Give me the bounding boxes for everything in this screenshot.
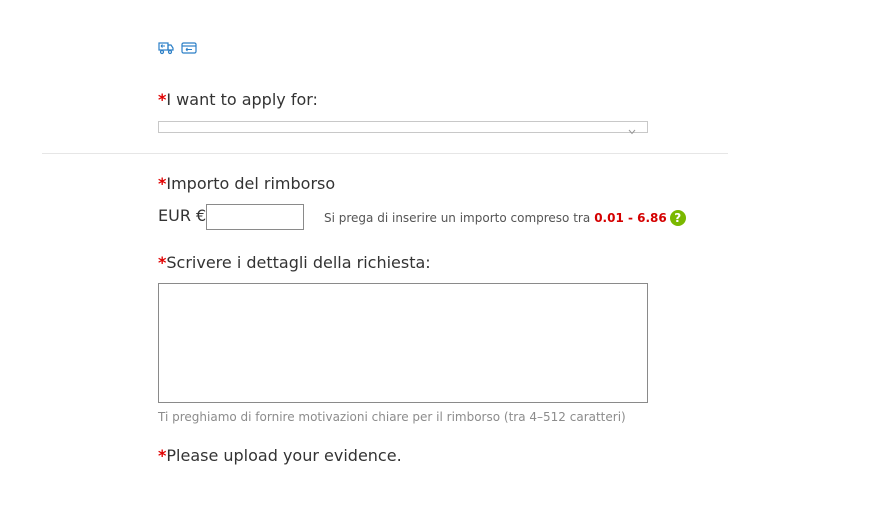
- details-label: *Scrivere i dettagli della richiesta:: [158, 253, 431, 272]
- apply-for-label-text: I want to apply for:: [166, 90, 318, 109]
- chevron-down-icon[interactable]: [628, 128, 636, 136]
- refund-amount-input[interactable]: [206, 204, 304, 230]
- refund-amount-label: *Importo del rimborso: [158, 174, 335, 193]
- evidence-upload-label: *Please upload your evidence.: [158, 446, 402, 465]
- top-icon-bar: [158, 41, 197, 55]
- amount-hint-text: Si prega di inserire un importo compreso…: [324, 211, 591, 225]
- section-divider: [42, 153, 728, 154]
- details-hint: Ti preghiamo di fornire motivazioni chia…: [158, 410, 626, 424]
- details-textarea[interactable]: [158, 283, 648, 403]
- refund-amount-label-text: Importo del rimborso: [166, 174, 336, 193]
- amount-hint: Si prega di inserire un importo compreso…: [324, 210, 686, 226]
- details-label-text: Scrivere i dettagli della richiesta:: [166, 253, 431, 272]
- apply-for-label: *I want to apply for:: [158, 90, 318, 109]
- help-icon[interactable]: ?: [669, 210, 686, 226]
- amount-range: 0.01 - 6.86: [594, 211, 667, 225]
- apply-for-select[interactable]: [158, 121, 648, 133]
- card-return-icon[interactable]: [181, 41, 197, 55]
- refund-form-page: *I want to apply for: *Importo del rimbo…: [0, 0, 878, 527]
- currency-label: EUR €: [158, 206, 207, 225]
- evidence-upload-label-text: Please upload your evidence.: [166, 446, 402, 465]
- truck-return-icon[interactable]: [158, 41, 175, 55]
